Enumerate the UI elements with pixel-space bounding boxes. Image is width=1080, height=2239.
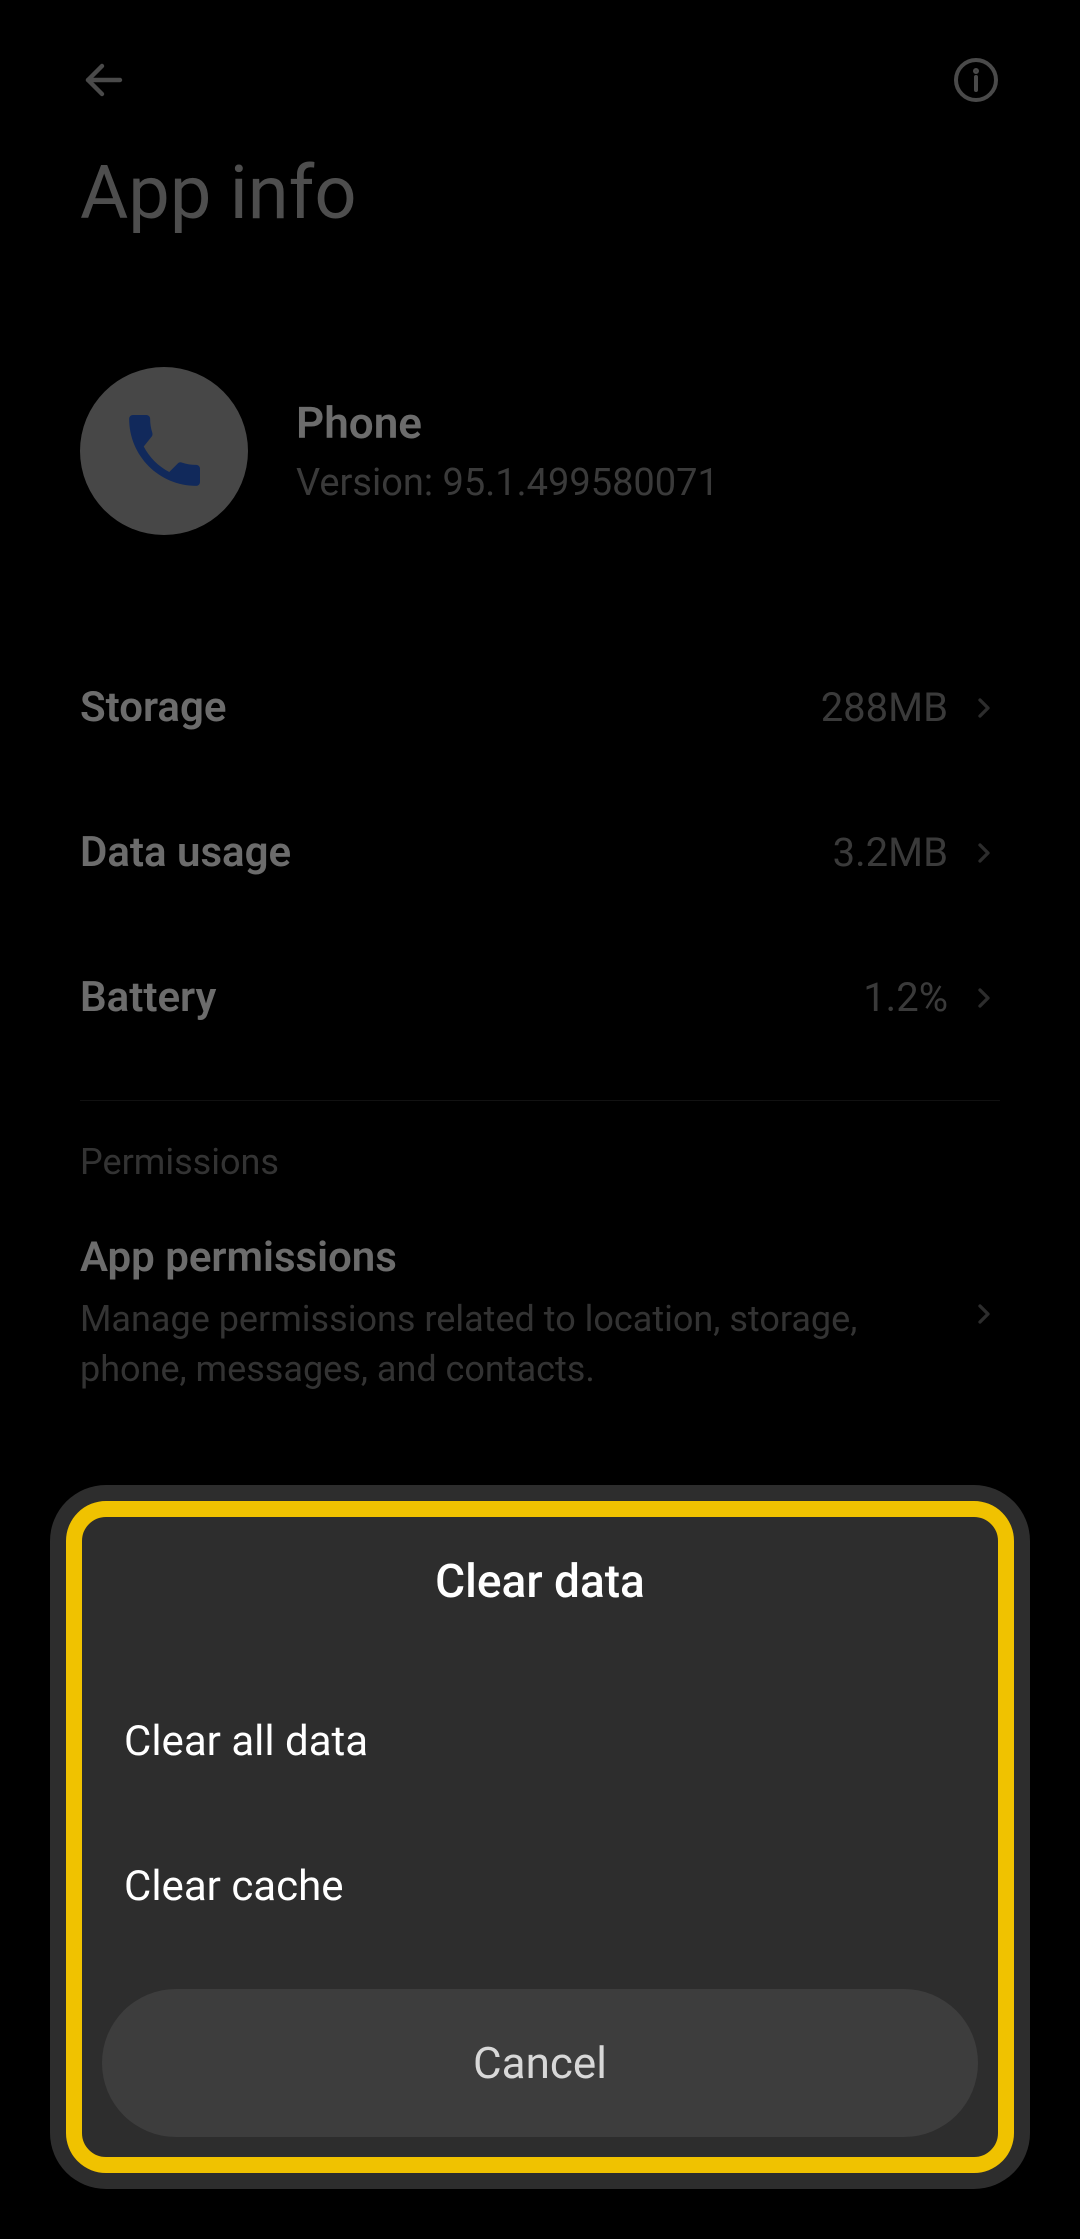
cancel-button[interactable]: Cancel [102, 1989, 978, 2137]
clear-data-dialog: Clear data Clear all data Clear cache Ca… [50, 1485, 1030, 2189]
clear-all-data-option[interactable]: Clear all data [82, 1669, 998, 1814]
clear-cache-option[interactable]: Clear cache [82, 1814, 998, 1959]
dialog-title: Clear data [82, 1517, 998, 1669]
